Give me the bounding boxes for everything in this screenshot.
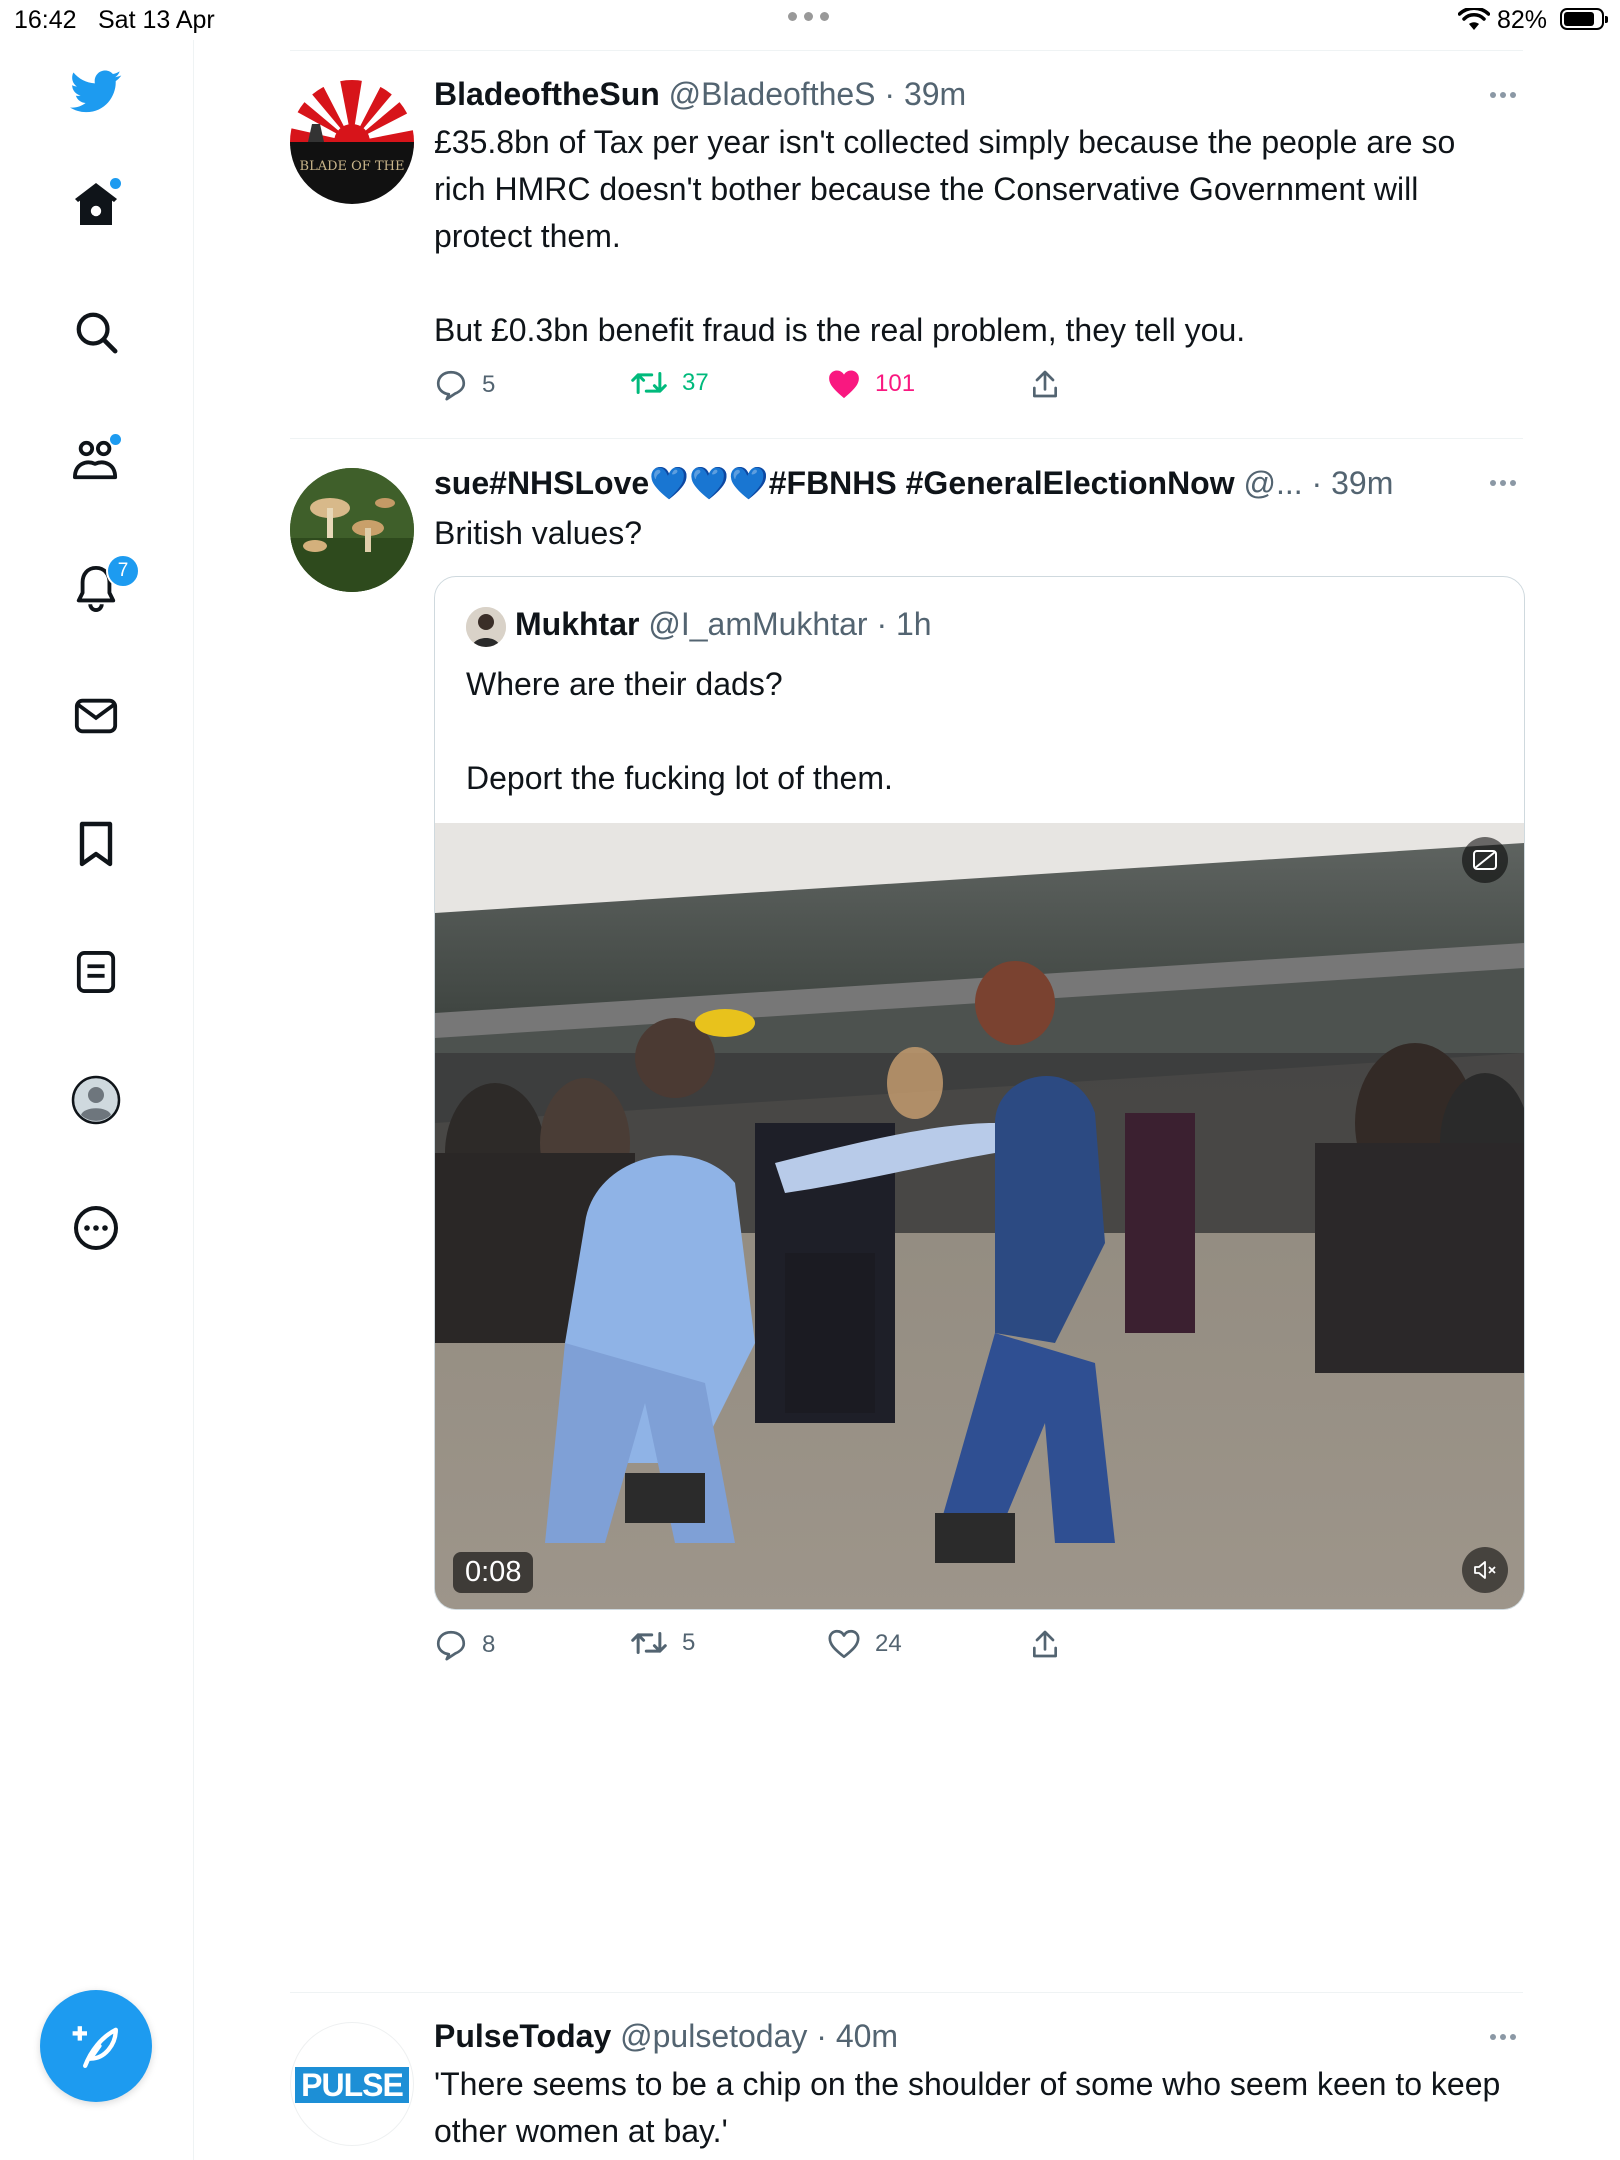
bell-icon[interactable]: 7 [68, 554, 140, 616]
reply-count: 5 [482, 371, 496, 398]
share-button[interactable] [1030, 368, 1060, 400]
feather-plus-icon [72, 2026, 118, 2068]
list-icon[interactable] [68, 944, 124, 1000]
timeline: BLADE OF THE BladeoftheSun @BladeoftheS … [290, 0, 1525, 2160]
separator-dot: · [816, 2018, 836, 2054]
search-icon[interactable] [68, 304, 124, 360]
quoted-header: Mukhtar @I_amMukhtar · 1h [515, 606, 932, 643]
avatar[interactable] [290, 468, 414, 592]
video-duration: 0:08 [453, 1552, 534, 1593]
avatar[interactable]: BLADE OF THE [290, 80, 414, 204]
like-count: 24 [875, 1630, 902, 1657]
tweet-pulsetoday[interactable]: PULSE PulseToday @pulsetoday · 40m 'Ther… [290, 1992, 1523, 2160]
quoted-avatar[interactable] [466, 607, 506, 647]
tweet-header: BladeoftheSun @BladeoftheS · 39m [434, 76, 966, 113]
twitter-logo-icon[interactable] [68, 64, 124, 120]
mushroom-photo-icon [290, 468, 414, 592]
tweet-text: 'There seems to be a chip on the shoulde… [434, 2066, 1510, 2149]
mute-toggle-icon[interactable] [1462, 1547, 1508, 1593]
reply-icon [436, 370, 466, 401]
timestamp[interactable]: 40m [836, 2018, 898, 2054]
battery-icon [1560, 8, 1608, 30]
separator-dot: · [1311, 465, 1332, 501]
caption-toggle-icon[interactable] [1462, 837, 1508, 883]
home-unread-dot [110, 178, 121, 189]
tweet-header: sue#NHSLove💙💙💙#FBNHS #GeneralElectionNow… [434, 464, 1393, 502]
communities-icon[interactable] [68, 432, 124, 488]
video-player[interactable]: 0:08 [435, 823, 1524, 1609]
like-count: 101 [875, 370, 916, 397]
avatar[interactable]: PULSE [290, 2022, 414, 2146]
heart-filled-icon [829, 370, 859, 399]
handle[interactable]: @BladeoftheS [669, 76, 876, 112]
separator-dot: · [884, 76, 904, 112]
separator-dot: · [876, 606, 896, 642]
profile-icon[interactable] [68, 1072, 124, 1128]
reply-count: 8 [482, 1631, 496, 1658]
retweet-count: 37 [682, 369, 709, 396]
status-date: Sat 13 Apr [98, 6, 215, 34]
more-options-icon[interactable] [1490, 2034, 1522, 2040]
display-name[interactable]: BladeoftheSun [434, 76, 660, 112]
share-icon [1033, 1630, 1057, 1658]
retweet-count: 5 [682, 1629, 696, 1656]
quoted-tweet[interactable]: Mukhtar @I_amMukhtar · 1h Where are thei… [434, 576, 1525, 1610]
tweet-text: British values? [434, 515, 643, 551]
more-options-icon[interactable] [1490, 92, 1522, 98]
pulse-logo-text: PULSE [295, 2067, 409, 2103]
quoted-handle: @I_amMukhtar [648, 606, 868, 642]
tweet-text: £35.8bn of Tax per year isn't collected … [434, 124, 1456, 348]
handle[interactable]: @pulsetoday [620, 2018, 807, 2054]
rising-sun-logo-icon: BLADE OF THE [290, 80, 414, 204]
notification-badge: 7 [106, 554, 140, 588]
communities-unread-dot [110, 434, 121, 445]
quoted-timestamp: 1h [896, 606, 932, 642]
envelope-icon[interactable] [68, 688, 124, 744]
share-button[interactable] [1030, 1628, 1060, 1660]
tweet-bladeofthesun[interactable]: BLADE OF THE BladeoftheSun @BladeoftheS … [290, 50, 1523, 438]
sidebar-nav: 7 [0, 40, 194, 2160]
more-options-icon[interactable] [1490, 480, 1522, 486]
tweet-actions: 8 5 24 [434, 1628, 1134, 1668]
reply-button[interactable]: 8 [434, 1628, 495, 1662]
avatar-logo-text: BLADE OF THE [300, 159, 405, 174]
status-time: 16:42 [14, 6, 77, 34]
display-name[interactable]: sue#NHSLove💙💙💙#FBNHS #GeneralElectionNow [434, 465, 1235, 501]
heart-icon [828, 1629, 860, 1659]
reply-button[interactable]: 5 [434, 368, 495, 402]
video-frame-image [435, 823, 1524, 1609]
reply-icon [436, 1630, 466, 1661]
compose-tweet-button[interactable] [40, 1990, 152, 2102]
timestamp[interactable]: 39m [1331, 465, 1393, 501]
share-icon [1033, 370, 1057, 398]
retweet-button[interactable]: 5 [630, 1628, 695, 1658]
more-circle-icon[interactable] [68, 1200, 124, 1256]
tweet-actions: 5 37 101 [434, 368, 1134, 408]
home-icon[interactable] [68, 176, 124, 232]
bookmark-icon[interactable] [68, 816, 124, 872]
retweet-icon [631, 372, 667, 394]
like-button[interactable]: 24 [827, 1628, 902, 1660]
like-button[interactable]: 101 [827, 368, 915, 400]
tweet-sue-nhslove[interactable]: sue#NHSLove💙💙💙#FBNHS #GeneralElectionNow… [290, 438, 1525, 1990]
handle[interactable]: @... [1244, 465, 1303, 501]
retweet-button[interactable]: 37 [630, 368, 709, 398]
tweet-header: PulseToday @pulsetoday · 40m [434, 2018, 898, 2055]
quoted-text: Where are their dads? Deport the fucking… [466, 666, 893, 796]
display-name[interactable]: PulseToday [434, 2018, 611, 2054]
retweet-icon [631, 1632, 667, 1654]
timestamp[interactable]: 39m [904, 76, 966, 112]
quoted-display-name: Mukhtar [515, 606, 640, 642]
